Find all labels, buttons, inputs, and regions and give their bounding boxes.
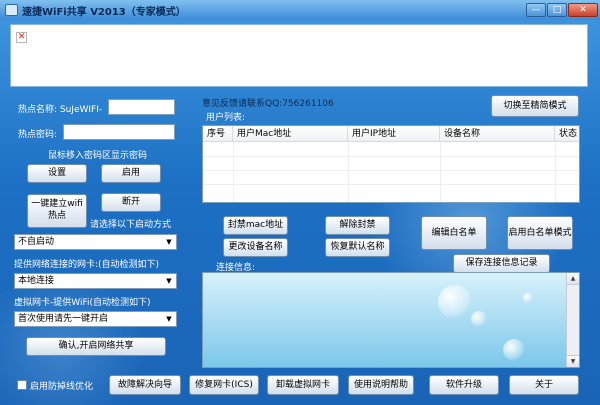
repair-nic-button[interactable]: 修复网卡(ICS) (189, 375, 259, 395)
uninstall-virtual-nic-button[interactable]: 卸载虚拟网卡 (267, 375, 339, 395)
provide-nic-select[interactable]: 本地连接 ▼ (14, 273, 177, 289)
minimize-button[interactable]: — (526, 3, 546, 17)
chevron-down-icon: ▼ (166, 315, 172, 323)
hotspot-password-input[interactable] (63, 124, 175, 140)
provide-nic-value: 本地连接 (18, 276, 55, 286)
user-list-title: 用户列表: (206, 113, 246, 123)
rename-device-button[interactable]: 更改设备名称 (223, 238, 288, 257)
row-divider (203, 170, 579, 171)
startup-select-value: 不自启动 (18, 237, 55, 247)
banner-area[interactable]: ✕ (10, 24, 588, 87)
virtual-nic-value: 首次使用请先一键开启 (18, 314, 109, 324)
hotspot-password-label: 热点密码: (18, 130, 58, 140)
column-header-mac[interactable]: 用户Mac地址 (233, 126, 348, 142)
broken-image-icon: ✕ (16, 32, 27, 43)
log-scrollbar[interactable]: ▲ ▼ (566, 273, 579, 367)
ban-mac-button[interactable]: 封禁mac地址 (223, 216, 288, 235)
scroll-down-icon[interactable]: ▼ (567, 355, 579, 367)
one-click-hotspot-button[interactable]: 一键建立wifi热点 (27, 194, 87, 228)
decorative-bubble (503, 339, 525, 361)
enable-button[interactable]: 启用 (101, 164, 161, 183)
password-hint: 鼠标移入密码区显示密码 (48, 151, 148, 161)
row-divider (203, 156, 579, 157)
virtual-nic-select[interactable]: 首次使用请先一键开启 ▼ (14, 311, 177, 327)
column-divider (555, 142, 556, 202)
virtual-nic-label: 虚拟网卡-提供WiFi(自动检测如下) (14, 298, 151, 308)
user-list-table[interactable]: 序号 用户Mac地址 用户IP地址 设备名称 状态 (202, 125, 580, 203)
anti-drop-checkbox[interactable] (17, 380, 27, 390)
hotspot-name-input[interactable] (108, 99, 175, 115)
column-divider (440, 142, 441, 202)
confirm-share-button[interactable]: 确认,开启网络共享 (26, 337, 166, 356)
maximize-button[interactable]: □ (547, 3, 567, 17)
decorative-bubble (438, 285, 472, 319)
connection-info-box[interactable]: ▲ ▼ (202, 272, 580, 368)
main-window: 速捷WiFi共享 V2013（专家模式） — □ ✕ ✕ 热点名称: SuJeW… (0, 0, 600, 405)
provide-nic-label: 提供网络连接的网卡:(自动检测如下) (14, 260, 160, 270)
close-button[interactable]: ✕ (568, 3, 598, 17)
column-header-ip[interactable]: 用户IP地址 (348, 126, 440, 142)
disconnect-button[interactable]: 断开 (101, 193, 161, 212)
switch-simple-mode-button[interactable]: 切换至精简模式 (491, 95, 579, 117)
column-header-device[interactable]: 设备名称 (440, 126, 555, 142)
save-log-button[interactable]: 保存连接信息记录 (453, 254, 550, 273)
chevron-down-icon: ▼ (166, 277, 172, 285)
edit-whitelist-button[interactable]: 编辑白名单 (421, 216, 487, 250)
window-title: 速捷WiFi共享 V2013（专家模式） (22, 7, 186, 18)
scroll-up-icon[interactable]: ▲ (567, 273, 579, 285)
help-button[interactable]: 使用说明帮助 (348, 375, 414, 395)
troubleshoot-button[interactable]: 故障解决向导 (109, 375, 181, 395)
column-header-index[interactable]: 序号 (203, 126, 233, 142)
decorative-bubble (523, 293, 533, 303)
chevron-down-icon: ▼ (166, 238, 172, 246)
restore-name-button[interactable]: 恢复默认名称 (325, 238, 390, 257)
row-divider (203, 184, 579, 185)
upgrade-button[interactable]: 软件升级 (429, 375, 499, 395)
app-icon (5, 4, 18, 16)
feedback-text: 意见反馈请联系QQ:756261106 (202, 99, 334, 109)
startup-select[interactable]: 不自启动 ▼ (14, 234, 177, 250)
startup-label: 请选择以下启动方式 (90, 220, 172, 230)
unban-button[interactable]: 解除封禁 (325, 216, 390, 235)
column-divider (348, 142, 349, 202)
set-button[interactable]: 设置 (27, 164, 87, 183)
column-header-status[interactable]: 状态 (555, 126, 579, 142)
anti-drop-label: 启用防掉线优化 (30, 382, 94, 392)
hotspot-name-label: 热点名称: SuJeWIFI- (18, 105, 103, 115)
decorative-bubble (471, 311, 487, 327)
user-list-header: 序号 用户Mac地址 用户IP地址 设备名称 状态 (203, 126, 579, 142)
about-button[interactable]: 关于 (509, 375, 579, 395)
title-bar[interactable]: 速捷WiFi共享 V2013（专家模式） — □ ✕ (0, 0, 600, 20)
column-divider (233, 142, 234, 202)
enable-whitelist-button[interactable]: 启用白名单模式 (507, 216, 573, 250)
